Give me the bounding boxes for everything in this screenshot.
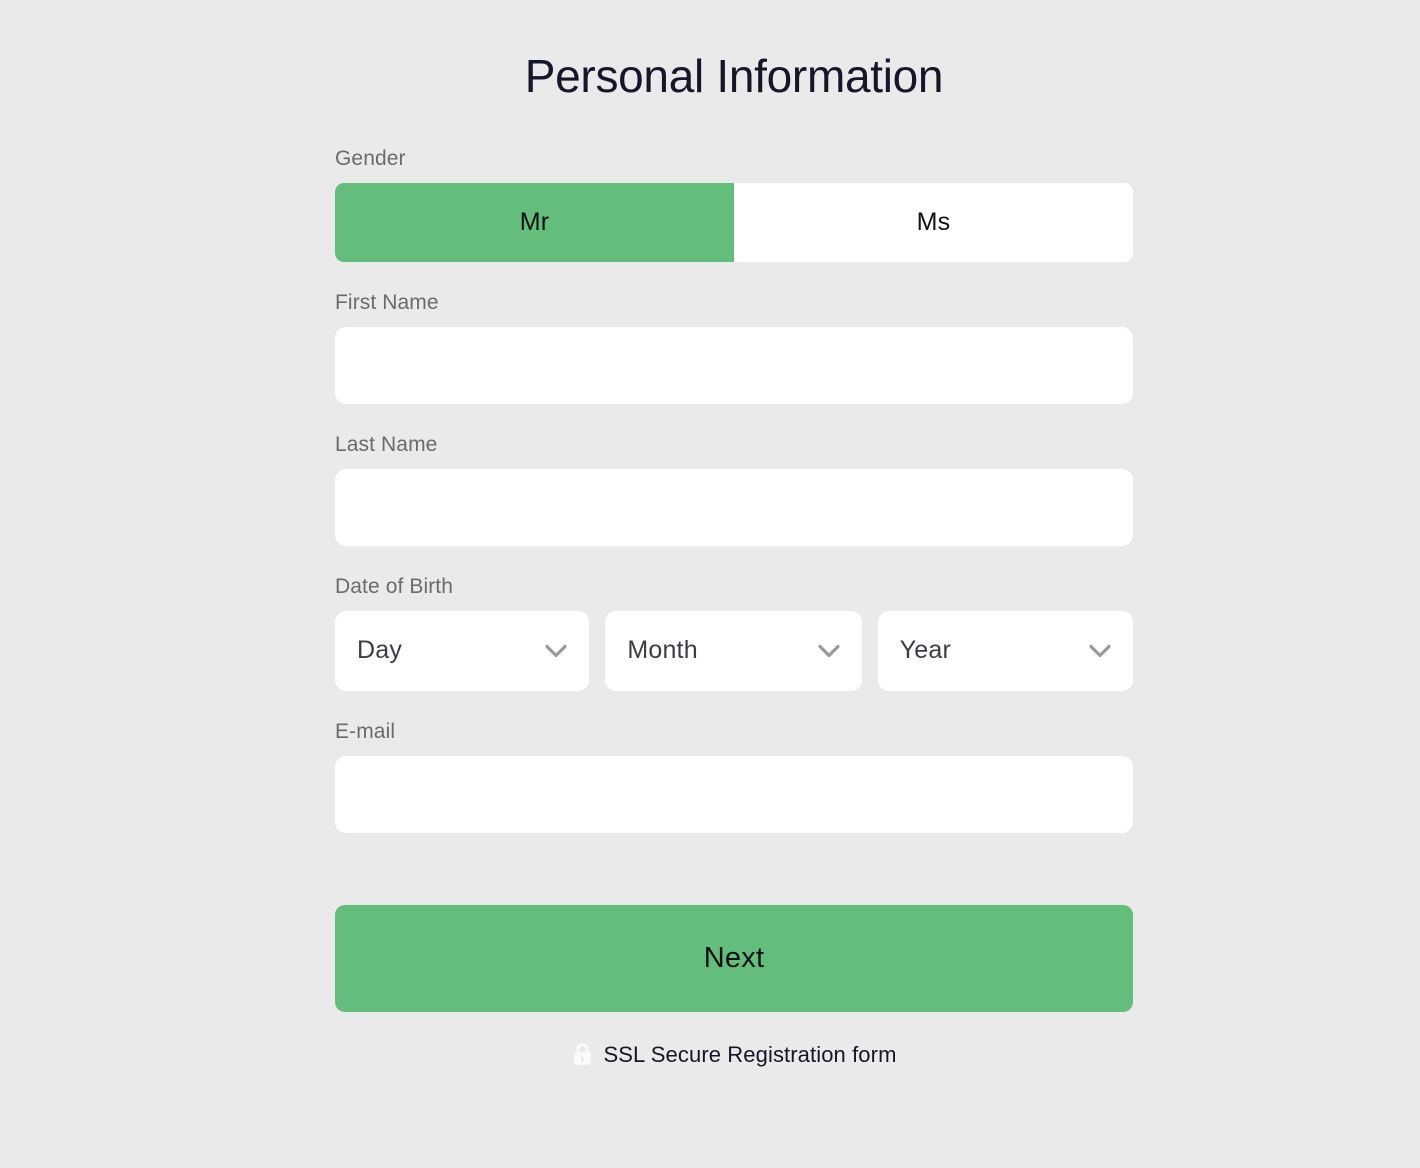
chevron-down-icon (818, 644, 840, 657)
lock-icon (572, 1042, 593, 1067)
next-button[interactable]: Next (335, 904, 1133, 1012)
ssl-footer: SSL Secure Registration form (335, 1042, 1133, 1068)
first-name-input[interactable] (335, 326, 1133, 404)
year-select[interactable]: Year (877, 610, 1133, 691)
email-input[interactable] (335, 755, 1133, 833)
first-name-label: First Name (335, 290, 439, 314)
gender-option-ms[interactable]: Ms (734, 182, 1133, 262)
first-name-field: First Name (335, 292, 1133, 404)
year-select-value: Year (899, 636, 951, 665)
email-label: E-mail (335, 719, 396, 743)
day-select[interactable]: Day (335, 610, 590, 691)
month-select-value: Month (627, 636, 698, 665)
last-name-input[interactable] (335, 468, 1133, 546)
registration-page: Personal Information Gender Mr Ms First … (0, 0, 1420, 1168)
last-name-label: Last Name (335, 432, 438, 456)
month-select[interactable]: Month (605, 610, 862, 691)
day-select-value: Day (357, 636, 403, 665)
ssl-footer-text: SSL Secure Registration form (603, 1041, 897, 1067)
gender-option-mr[interactable]: Mr (335, 182, 734, 262)
last-name-field: Last Name (335, 434, 1133, 546)
chevron-down-icon (545, 644, 567, 657)
email-field: E-mail (335, 721, 1133, 833)
date-of-birth-label: Date of Birth (335, 574, 454, 598)
personal-information-form: Personal Information Gender Mr Ms First … (335, 0, 1133, 1068)
page-title: Personal Information (524, 50, 944, 102)
gender-label: Gender (335, 146, 406, 170)
gender-toggle-group[interactable]: Mr Ms (335, 182, 1133, 262)
chevron-down-icon (1089, 644, 1111, 657)
gender-field: Gender Mr Ms (335, 148, 1133, 262)
date-of-birth-row: Day Month Year (335, 610, 1133, 691)
date-of-birth-field: Date of Birth Day Month Year (335, 576, 1133, 691)
